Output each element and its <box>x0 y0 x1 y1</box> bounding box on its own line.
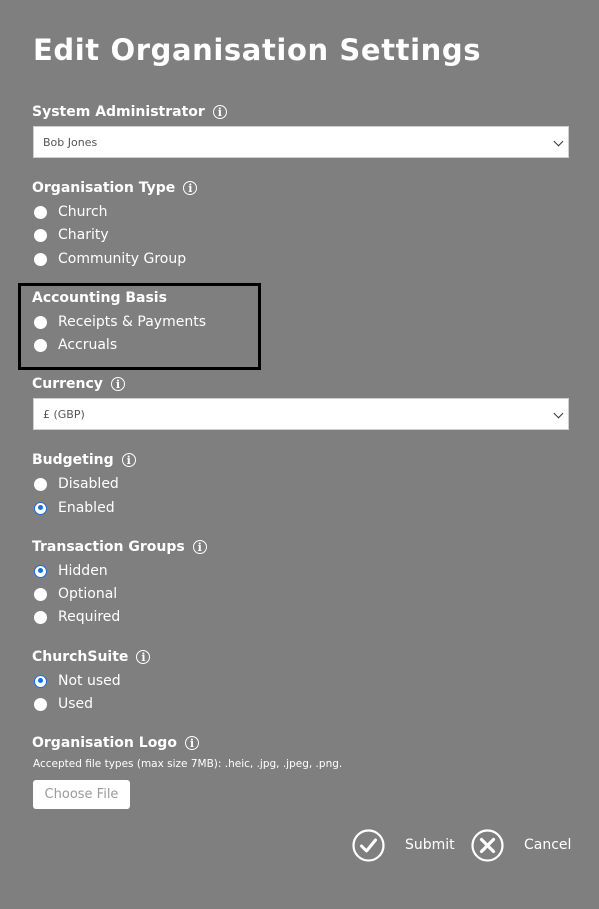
radio-button[interactable] <box>34 587 47 601</box>
churchsuite-option-used[interactable]: Used <box>34 695 93 713</box>
currency-label-text: Currency <box>32 376 103 392</box>
accounting-basis-label-text: Accounting Basis <box>32 290 167 306</box>
cancel-label: Cancel <box>524 837 572 853</box>
cancel-button[interactable]: Cancel <box>471 828 572 862</box>
radio-label: Community Group <box>58 251 187 267</box>
page-title: Edit Organisation Settings <box>33 33 482 67</box>
system-administrator-label: System Administrator i <box>32 104 227 120</box>
chevron-down-icon <box>553 136 564 147</box>
churchsuite-label-text: ChurchSuite <box>32 649 129 665</box>
transaction-groups-label-text: Transaction Groups <box>32 539 185 555</box>
choose-file-button[interactable]: Choose File <box>33 780 130 809</box>
radio-label: Charity <box>58 227 109 243</box>
radio-button[interactable] <box>34 205 47 219</box>
transaction-groups-option-optional[interactable]: Optional <box>34 585 117 603</box>
edit-organisation-settings-dialog: Edit Organisation Settings System Admini… <box>0 0 599 909</box>
radio-label: Not used <box>58 673 121 689</box>
radio-label: Required <box>58 609 121 625</box>
submit-button[interactable]: Submit <box>352 828 455 862</box>
info-icon[interactable]: i <box>212 105 227 119</box>
radio-button[interactable] <box>34 610 47 624</box>
system-administrator-label-text: System Administrator <box>32 104 205 120</box>
radio-label: Disabled <box>58 476 119 492</box>
system-administrator-selected-value: Bob Jones <box>43 135 98 149</box>
currency-selected-value: £ (GBP) <box>43 407 85 421</box>
radio-label: Enabled <box>58 500 115 516</box>
organisation-logo-label-text: Organisation Logo <box>32 735 177 751</box>
accounting-basis-label: Accounting Basis <box>32 290 167 306</box>
info-icon[interactable]: i <box>136 650 151 664</box>
budgeting-label: Budgeting i <box>32 452 136 468</box>
info-icon[interactable]: i <box>110 377 125 391</box>
info-icon[interactable]: i <box>192 540 207 554</box>
currency-select[interactable]: £ (GBP) <box>33 398 569 430</box>
radio-button[interactable] <box>34 338 47 352</box>
transaction-groups-option-hidden[interactable]: Hidden <box>34 562 108 580</box>
churchsuite-label: ChurchSuite i <box>32 649 151 665</box>
radio-label: Accruals <box>58 337 118 353</box>
check-circle-icon <box>352 828 385 862</box>
transaction-groups-option-required[interactable]: Required <box>34 608 120 626</box>
radio-button-checked[interactable] <box>34 674 47 688</box>
radio-label: Used <box>58 696 94 712</box>
radio-label: Hidden <box>58 563 108 579</box>
radio-button-checked[interactable] <box>34 564 47 578</box>
radio-button[interactable] <box>34 252 47 266</box>
radio-button[interactable] <box>34 697 47 711</box>
budgeting-option-enabled[interactable]: Enabled <box>34 499 115 517</box>
radio-button[interactable] <box>34 228 47 242</box>
churchsuite-option-not-used[interactable]: Not used <box>34 672 121 690</box>
organisation-type-option-charity[interactable]: Charity <box>34 226 109 244</box>
accounting-basis-option-receipts-payments[interactable]: Receipts & Payments <box>34 313 206 331</box>
currency-label: Currency i <box>32 376 125 392</box>
radio-label: Receipts & Payments <box>58 314 206 330</box>
radio-button[interactable] <box>34 315 47 329</box>
file-type-hint: Accepted file types (max size 7MB): .hei… <box>33 758 343 770</box>
budgeting-label-text: Budgeting <box>32 452 114 468</box>
info-icon[interactable]: i <box>183 181 198 195</box>
info-icon[interactable]: i <box>121 453 136 467</box>
close-circle-icon <box>471 828 504 862</box>
radio-label: Church <box>58 204 108 220</box>
organisation-type-label-text: Organisation Type <box>32 180 176 196</box>
budgeting-option-disabled[interactable]: Disabled <box>34 475 119 493</box>
organisation-logo-label: Organisation Logo i <box>32 735 199 751</box>
radio-button[interactable] <box>34 477 47 491</box>
organisation-type-label: Organisation Type i <box>32 180 198 196</box>
system-administrator-select[interactable]: Bob Jones <box>33 126 569 158</box>
submit-label: Submit <box>405 837 455 853</box>
organisation-type-option-church[interactable]: Church <box>34 203 108 221</box>
chevron-down-icon <box>553 408 564 419</box>
radio-label: Optional <box>58 586 118 602</box>
transaction-groups-label: Transaction Groups i <box>32 539 207 555</box>
radio-button-checked[interactable] <box>34 501 47 515</box>
organisation-type-option-community-group[interactable]: Community Group <box>34 250 186 268</box>
info-icon[interactable]: i <box>184 736 199 750</box>
accounting-basis-option-accruals[interactable]: Accruals <box>34 336 117 354</box>
